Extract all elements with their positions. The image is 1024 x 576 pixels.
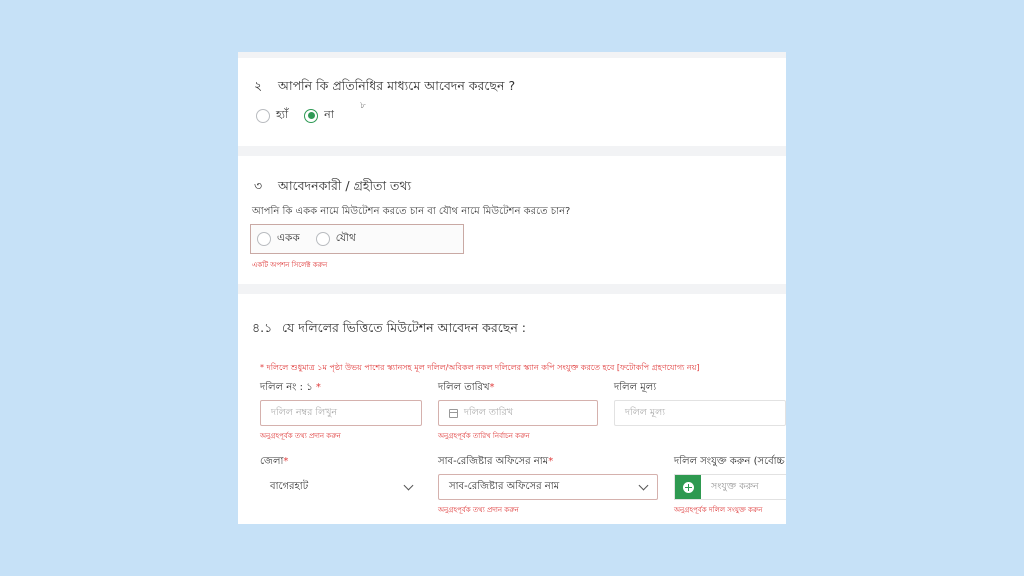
attach-text[interactable]: সংযুক্ত করুন (701, 475, 759, 499)
section-title: ৩ আবেদনকারী / গ্রহীতা তথ্য (254, 178, 411, 198)
district-label: জেলা* (260, 454, 288, 471)
radio-yes[interactable] (256, 108, 270, 123)
required-mark: * (489, 382, 495, 393)
radio-single[interactable] (257, 232, 271, 246)
subregistry-label-text: সাব-রেজিষ্টার অফিসের নাম (438, 456, 549, 467)
deed-no-error: অনুগ্রহপূর্বক তথ্য প্রদান করুন (260, 432, 341, 440)
deed-no-label: দলিল নং : ১ * (260, 380, 321, 397)
deed-value-placeholder: দলিল মূল্য (625, 406, 665, 418)
radio-single-label[interactable]: একক (277, 231, 300, 248)
section-number: ৩ (254, 178, 263, 193)
deed-date-error: অনুগ্রহপূর্বক তারিখ নির্বাচন করুন (438, 432, 530, 440)
required-mark: * (548, 456, 554, 467)
section-number: ৪.১ (252, 320, 273, 335)
deed-no-input[interactable]: দলিল নম্বর লিখুন (260, 400, 422, 426)
deed-notice: * দলিলে শুধুমাত্র ১ম পৃষ্ঠা উভয় পাশের স… (260, 363, 700, 372)
chevron-down-icon (638, 480, 649, 490)
radio-joint-label[interactable]: যৌথ (336, 231, 356, 248)
deed-date-placeholder: দলিল তারিখ (464, 406, 513, 418)
radio-yes-label[interactable]: হ্যাঁ (276, 106, 288, 125)
subregistry-error: অনুগ্রহপূর্বক তথ্য প্রদান করুন (438, 506, 519, 514)
deed-date-label: দলিল তারিখ* (438, 380, 495, 397)
attach-error: অনুগ্রহপূর্বক দলিল সংযুক্ত করুন (674, 506, 763, 514)
attach-label: দলিল সংযুক্ত করুন (সর্বোচ্চ (674, 456, 785, 467)
section-title-text: আবেদনকারী / গ্রহীতা তথ্য (277, 178, 412, 193)
district-label-text: জেলা (260, 456, 284, 467)
radio-no-label[interactable]: না (324, 106, 334, 125)
stray-mark: ৮ (360, 101, 366, 111)
deed-date-input[interactable]: দলিল তারিখ (438, 400, 598, 426)
deed-value-label: দলিল মূল্য (614, 382, 657, 393)
subregistry-label: সাব-রেজিষ্টার অফিসের নাম* (438, 454, 553, 471)
subregistry-value: সাব-রেজিষ্টার অফিসের নাম (449, 480, 560, 492)
radio-joint[interactable] (315, 232, 330, 246)
plus-circle-icon (682, 481, 694, 493)
deed-date-label-text: দলিল তারিখ (438, 382, 490, 393)
form-frame: ২ আপনি কি প্রতিনিধির মাধ্যমে আবেদন করছেন… (238, 52, 786, 524)
section-title: ৪.১ যে দলিলের ভিত্তিতে মিউটেশন আবেদন করছ… (252, 320, 526, 340)
district-select[interactable]: বাগেরহাট (260, 474, 422, 500)
calendar-icon (449, 408, 458, 418)
deed-value-input[interactable]: দলিল মূল্য (614, 400, 786, 426)
section-deed-info: ৪.১ যে দলিলের ভিত্তিতে মিউটেশন আবেদন করছ… (238, 294, 786, 524)
radio-no[interactable] (304, 108, 319, 123)
attach-deed-control[interactable]: সংযুক্ত করুন (674, 474, 786, 500)
mutation-type-error: একটি অপশন সিলেক্ট করুন (252, 261, 328, 269)
section-applicant-info: ৩ আবেদনকারী / গ্রহীতা তথ্য আপনি কি একক ন… (238, 156, 786, 284)
mutation-type-question: আপনি কি একক নামে মিউটেশন করতে চান বা যৌথ… (252, 206, 571, 217)
section-representative: ২ আপনি কি প্রতিনিধির মাধ্যমে আবেদন করছেন… (238, 58, 786, 146)
section-title-text: যে দলিলের ভিত্তিতে মিউটেশন আবেদন করছেন : (281, 320, 526, 335)
representative-radio-group: হ্যাঁ না (256, 106, 350, 125)
required-mark: * (283, 456, 289, 467)
required-mark: * (315, 382, 321, 393)
subregistry-select[interactable]: সাব-রেজিষ্টার অফিসের নাম (438, 474, 658, 500)
add-attachment-button[interactable] (675, 475, 701, 499)
district-value: বাগেরহাট (270, 480, 309, 492)
deed-no-placeholder: দলিল নম্বর লিখুন (271, 406, 338, 418)
deed-no-label-text: দলিল নং : ১ (260, 382, 313, 393)
section-title-text: আপনি কি প্রতিনিধির মাধ্যমে আবেদন করছেন ? (277, 78, 516, 93)
section-number: ২ (254, 78, 263, 93)
mutation-type-radio-group: একক যৌথ (250, 224, 464, 254)
section-title: ২ আপনি কি প্রতিনিধির মাধ্যমে আবেদন করছেন… (254, 78, 515, 98)
chevron-down-icon (403, 480, 414, 490)
